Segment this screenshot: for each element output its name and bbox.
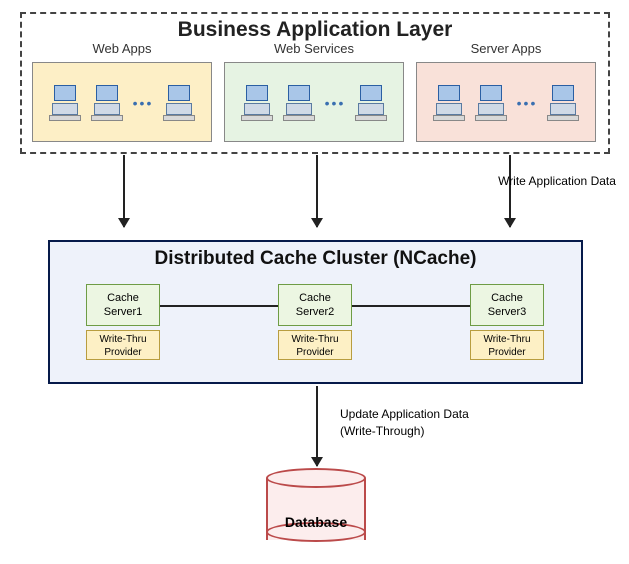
pc-icon: [91, 85, 123, 121]
pc-icon: [475, 85, 507, 121]
database-cylinder: Database: [266, 468, 366, 542]
write-thru-provider-box: Write-Thru Provider: [278, 330, 352, 360]
business-layer-title: Business Application Layer: [22, 14, 608, 42]
update-app-data-label: Update Application Data (Write-Through): [340, 406, 500, 440]
web-apps-icons: •••: [33, 73, 211, 133]
web-services-icons: •••: [225, 73, 403, 133]
database-label: Database: [266, 514, 366, 530]
cache-server-1: Cache Server1 Write-Thru Provider: [86, 284, 160, 360]
arrow-down-icon: [509, 155, 511, 227]
write-thru-provider-box: Write-Thru Provider: [470, 330, 544, 360]
write-thru-provider-box: Write-Thru Provider: [86, 330, 160, 360]
pc-icon: [433, 85, 465, 121]
pc-icon: [283, 85, 315, 121]
web-services-box: Web Services •••: [224, 62, 404, 142]
server-apps-label: Server Apps: [417, 41, 595, 56]
cache-server-box: Cache Server3: [470, 284, 544, 326]
cache-server-3: Cache Server3 Write-Thru Provider: [470, 284, 544, 360]
arrow-down-icon: [316, 155, 318, 227]
write-app-data-label: Write Application Data: [492, 174, 622, 190]
web-apps-label: Web Apps: [33, 41, 211, 56]
ellipsis-icon: •••: [517, 95, 538, 111]
pc-icon: [547, 85, 579, 121]
ellipsis-icon: •••: [133, 95, 154, 111]
server-apps-icons: •••: [417, 73, 595, 133]
cache-server-box: Cache Server2: [278, 284, 352, 326]
pc-icon: [241, 85, 273, 121]
pc-icon: [49, 85, 81, 121]
pc-icon: [163, 85, 195, 121]
server-apps-box: Server Apps •••: [416, 62, 596, 142]
arrow-down-icon: [123, 155, 125, 227]
web-services-label: Web Services: [225, 41, 403, 56]
ellipsis-icon: •••: [325, 95, 346, 111]
cache-server-box: Cache Server1: [86, 284, 160, 326]
cache-server-2: Cache Server2 Write-Thru Provider: [278, 284, 352, 360]
cache-cluster-title: Distributed Cache Cluster (NCache): [50, 242, 581, 270]
arrow-down-icon: [316, 386, 318, 466]
connector-line: [160, 305, 278, 307]
web-apps-box: Web Apps •••: [32, 62, 212, 142]
connector-line: [352, 305, 470, 307]
pc-icon: [355, 85, 387, 121]
